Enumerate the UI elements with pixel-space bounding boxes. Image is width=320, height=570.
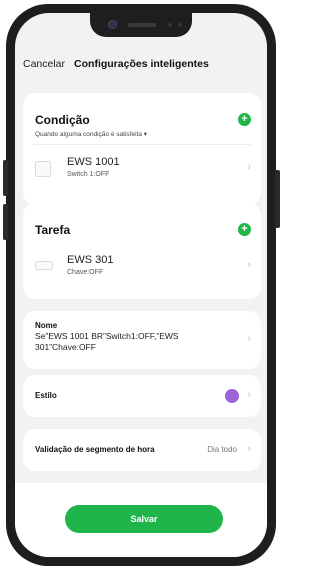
switch-device-icon (35, 261, 53, 270)
sensor-dot (178, 23, 182, 27)
cancel-button[interactable]: Cancelar (23, 58, 65, 70)
time-validation-row[interactable]: Validação de segmento de hora Dia todo › (23, 429, 261, 471)
speaker-grille (128, 23, 156, 27)
volume-down-button (3, 204, 8, 240)
condition-title: Condição (35, 113, 90, 127)
name-label: Nome (35, 321, 58, 330)
divider (33, 144, 251, 145)
app-screen: Cancelar Configurações inteligentes Cond… (15, 13, 267, 557)
style-color-swatch (225, 389, 239, 403)
device-name: EWS 301 (67, 254, 114, 266)
camera-icon (108, 20, 117, 29)
chevron-right-icon: › (247, 333, 251, 345)
switch-device-icon (35, 161, 51, 177)
condition-subtitle[interactable]: Quando alguma condição é satisfeita ▾ (35, 130, 147, 138)
chevron-right-icon: › (247, 259, 251, 271)
bottom-bar: Salvar (15, 483, 267, 557)
name-row[interactable]: Nome Se”EWS 1001 BR”Switch1:OFF,”EWS 301… (23, 311, 261, 369)
device-status: Chave:OFF (67, 269, 104, 276)
volume-up-button (3, 160, 8, 196)
header: Cancelar Configurações inteligentes (15, 53, 267, 75)
device-name: EWS 1001 (67, 156, 120, 168)
sensor-dot (168, 23, 172, 27)
task-device-row[interactable]: EWS 301 Chave:OFF › (23, 247, 261, 285)
condition-card: Condição Quando alguma condição é satisf… (23, 93, 261, 205)
task-title: Tarefa (35, 223, 71, 237)
chevron-right-icon: › (247, 389, 251, 401)
save-button[interactable]: Salvar (65, 505, 223, 533)
name-value: Se”EWS 1001 BR”Switch1:OFF,”EWS 301”Chav… (35, 331, 179, 352)
style-label: Estilo (35, 391, 57, 400)
condition-device-row[interactable]: EWS 1001 Switch 1:OFF › (23, 149, 261, 187)
chevron-right-icon: › (247, 161, 251, 173)
task-card: Tarefa + EWS 301 Chave:OFF › (23, 203, 261, 299)
notch (90, 13, 192, 37)
time-validation-value: Dia todo (207, 445, 237, 454)
page-title: Configurações inteligentes (74, 58, 209, 70)
device-status: Switch 1:OFF (67, 171, 110, 178)
chevron-right-icon: › (247, 443, 251, 455)
power-button (275, 170, 280, 228)
add-condition-button[interactable]: + (238, 113, 251, 126)
add-task-button[interactable]: + (238, 223, 251, 236)
time-validation-label: Validação de segmento de hora (35, 445, 155, 454)
style-row[interactable]: Estilo › (23, 375, 261, 417)
